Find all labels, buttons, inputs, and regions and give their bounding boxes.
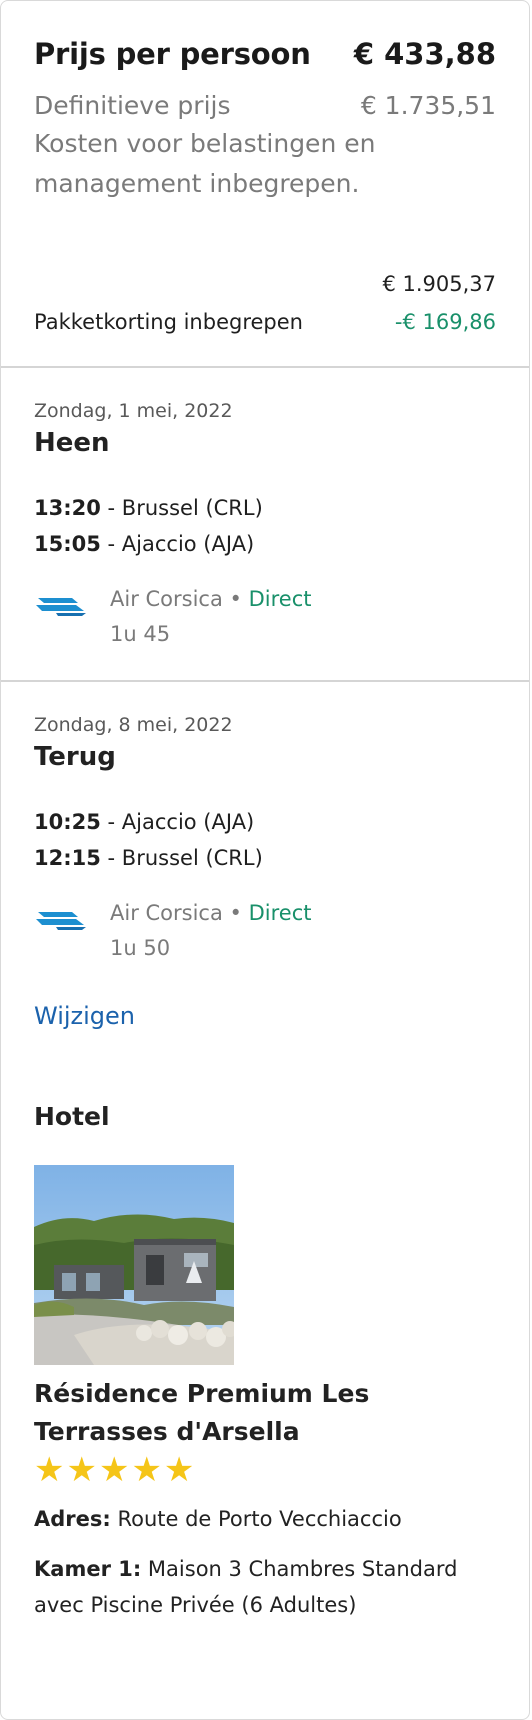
- discount-row: Pakketkorting inbegrepen -€ 169,86: [34, 310, 496, 366]
- discount-label: Pakketkorting inbegrepen: [34, 310, 303, 334]
- arrival-time: 15:05: [34, 532, 101, 556]
- booking-summary-card: Prijs per persoon € 433,88 Definitieve p…: [0, 0, 530, 1720]
- return-flight: Zondag, 8 mei, 2022 Terug 10:25 - Ajacci…: [1, 682, 529, 1058]
- air-corsica-logo-icon: [34, 584, 106, 634]
- flight-direction-title: Terug: [34, 742, 116, 772]
- departure-time: 13:20: [34, 496, 101, 520]
- address-label: Adres:: [34, 1507, 111, 1531]
- arrival-line: 15:05 - Ajaccio (AJA): [34, 526, 496, 562]
- tax-note: Kosten voor belastingen en management in…: [34, 129, 376, 198]
- arrival-place: - Brussel (CRL): [100, 846, 263, 870]
- price-per-person-label: Prijs per persoon: [34, 37, 311, 71]
- flight-direction-title: Heen: [34, 428, 110, 458]
- discount-value: -€ 169,86: [394, 310, 496, 334]
- arrival-time: 12:15: [34, 846, 101, 870]
- airline-row: Air Corsica • Direct 1u 45: [34, 582, 496, 652]
- original-price: € 1.905,37: [382, 272, 496, 296]
- hotel-heading: Hotel: [34, 1102, 110, 1131]
- flight-stops: Direct: [248, 587, 312, 611]
- flight-date: Zondag, 8 mei, 2022: [34, 714, 233, 736]
- final-price-row: Definitieve prijs € 1.735,51: [34, 91, 496, 120]
- price-section: Prijs per persoon € 433,88 Definitieve p…: [1, 1, 529, 366]
- flight-date: Zondag, 1 mei, 2022: [34, 400, 233, 422]
- departure-place: - Brussel (CRL): [100, 496, 263, 520]
- arrival-place: - Ajaccio (AJA): [100, 532, 255, 556]
- room-label: Kamer 1:: [34, 1557, 142, 1581]
- departure-time: 10:25: [34, 810, 101, 834]
- flight-stops: Direct: [248, 901, 312, 925]
- departure-line: 10:25 - Ajaccio (AJA): [34, 804, 496, 840]
- hotel-address: Adres: Route de Porto Vecchiaccio: [34, 1501, 496, 1537]
- final-price-label: Definitieve prijs: [34, 91, 231, 120]
- flight-duration: 1u 50: [110, 936, 171, 960]
- hotel-name: Résidence Premium Les Terrasses d'Arsell…: [34, 1379, 370, 1446]
- airline-info: Air Corsica • Direct 1u 50: [110, 896, 312, 966]
- separator-dot: •: [222, 587, 249, 611]
- hotel-section: Hotel Résidence Premium Les Terrasses d'…: [1, 1102, 529, 1623]
- flight-times: 10:25 - Ajaccio (AJA) 12:15 - Brussel (C…: [34, 804, 496, 876]
- air-corsica-logo-icon: [34, 898, 106, 948]
- outbound-flight: Zondag, 1 mei, 2022 Heen 13:20 - Brussel…: [1, 368, 529, 680]
- hotel-room: Kamer 1: Maison 3 Chambres Standard avec…: [34, 1551, 496, 1623]
- final-price-value: € 1.735,51: [360, 91, 496, 120]
- hotel-star-rating: ★★★★★: [34, 1450, 197, 1490]
- price-per-person-value: € 433,88: [353, 37, 496, 71]
- flight-times: 13:20 - Brussel (CRL) 15:05 - Ajaccio (A…: [34, 490, 496, 562]
- airline-name: Air Corsica: [110, 587, 223, 611]
- airline-info: Air Corsica • Direct 1u 45: [110, 582, 312, 652]
- airline-row: Air Corsica • Direct 1u 50: [34, 896, 496, 966]
- change-flights-link[interactable]: Wijzigen: [34, 1002, 135, 1030]
- airline-name: Air Corsica: [110, 901, 223, 925]
- price-per-person-row: Prijs per persoon € 433,88: [34, 1, 496, 71]
- departure-place: - Ajaccio (AJA): [100, 810, 255, 834]
- address-value: Route de Porto Vecchiaccio: [110, 1507, 402, 1531]
- flight-duration: 1u 45: [110, 622, 171, 646]
- separator-dot: •: [222, 901, 249, 925]
- hotel-photo[interactable]: [34, 1165, 234, 1365]
- arrival-line: 12:15 - Brussel (CRL): [34, 840, 496, 876]
- departure-line: 13:20 - Brussel (CRL): [34, 490, 496, 526]
